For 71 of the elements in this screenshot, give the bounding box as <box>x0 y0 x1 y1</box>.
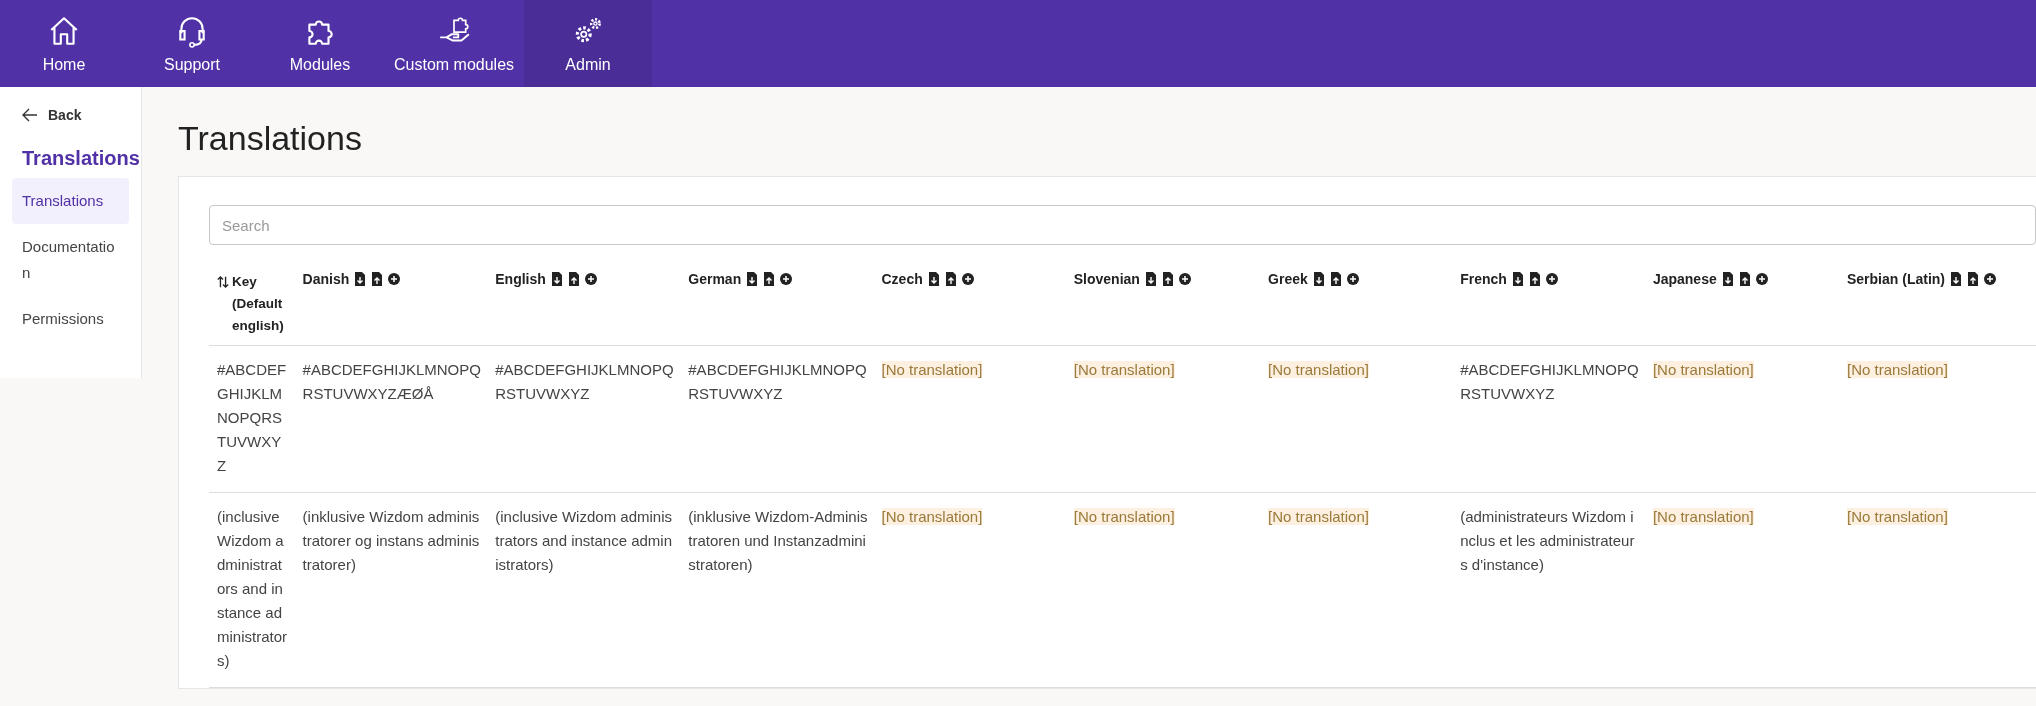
sidebar-item[interactable]: Translations <box>12 178 129 224</box>
file-download-icon[interactable] <box>354 272 367 286</box>
file-upload-icon[interactable] <box>567 272 580 286</box>
plus-circle-icon[interactable] <box>961 272 974 286</box>
file-download-icon[interactable] <box>550 272 563 286</box>
file-upload-icon[interactable] <box>1738 272 1751 286</box>
table-cell: (inklusive Wizdom administratorer og instans administratorer) <box>302 508 480 573</box>
table-cell: (administrateurs Wizdom inclus et les administrateurs d'instance) <box>1460 508 1635 573</box>
plus-circle-icon[interactable] <box>780 272 793 286</box>
table-cell: [No translation] <box>881 361 983 378</box>
column-header: Czech <box>881 271 923 287</box>
back-link[interactable]: Back <box>22 107 141 123</box>
table-cell: [No translation] <box>1073 361 1175 378</box>
plus-circle-icon[interactable] <box>388 272 401 286</box>
column-header: Japanese <box>1652 271 1717 287</box>
nav-item[interactable]: Home <box>0 0 128 87</box>
table-cell: #ABCDEFGHIJKLMNOPQRSTUVWXYZÆØÅ <box>302 361 481 402</box>
sidebar-heading: Translations <box>22 147 141 170</box>
table-cell: #ABCDEFGHIJKLMNOPQRSTUVWXYZ <box>495 361 674 402</box>
table-cell: #ABCDEFGHIJKLMNOPQRSTUVWXYZ <box>217 361 287 474</box>
column-header: French <box>1460 271 1507 287</box>
nav-item[interactable]: Admin <box>524 0 653 87</box>
table-cell: [No translation] <box>1073 508 1175 525</box>
file-download-icon[interactable] <box>746 272 759 286</box>
search-field[interactable]: Search <box>209 205 2036 245</box>
file-download-icon[interactable] <box>1721 272 1734 286</box>
table-cell: [No translation] <box>1268 361 1369 378</box>
plus-circle-icon[interactable] <box>1755 272 1768 286</box>
column-header: Key (Default english) <box>232 273 285 335</box>
table-cell: (inclusive Wizdom administrators and instance administrators) <box>217 508 287 669</box>
column-header: English <box>495 271 546 287</box>
sort-icon[interactable] <box>217 275 229 289</box>
file-upload-icon[interactable] <box>1967 272 1979 286</box>
table-cell: [No translation] <box>1847 361 1948 378</box>
column-header: Serbian (Latin) <box>1847 271 1945 287</box>
file-download-icon[interactable] <box>1950 272 1962 286</box>
table-cell: #ABCDEFGHIJKLMNOPQRSTUVWXYZ <box>688 361 867 402</box>
file-download-icon[interactable] <box>1511 272 1524 286</box>
page-title: Translations <box>178 119 363 158</box>
plus-circle-icon[interactable] <box>1178 272 1191 286</box>
file-upload-icon[interactable] <box>371 272 384 286</box>
file-download-icon[interactable] <box>1312 272 1325 286</box>
file-upload-icon[interactable] <box>1161 272 1174 286</box>
table-cell: (inklusive Wizdom-Administratoren und Instanzadministratoren) <box>688 508 868 573</box>
column-header: German <box>688 271 742 287</box>
file-upload-icon[interactable] <box>1528 272 1541 286</box>
plus-circle-icon[interactable] <box>1545 272 1558 286</box>
file-upload-icon[interactable] <box>763 272 776 286</box>
nav-item[interactable]: Support <box>128 0 256 87</box>
table-cell: [No translation] <box>1268 508 1369 525</box>
table-cell: (inclusive Wizdom administrators and instance administrators) <box>495 508 673 573</box>
table-cell: [No translation] <box>1847 508 1948 525</box>
table-cell: #ABCDEFGHIJKLMNOPQRSTUVWXYZ <box>1460 361 1639 402</box>
table-cell: [No translation] <box>1652 361 1754 378</box>
sidebar-item[interactable]: Documentation <box>12 224 129 296</box>
nav-item[interactable]: Custom modules <box>384 0 525 87</box>
file-download-icon[interactable] <box>927 272 940 286</box>
column-header: Greek <box>1268 271 1308 287</box>
table-cell: [No translation] <box>1652 508 1754 525</box>
plus-circle-icon[interactable] <box>1346 272 1359 286</box>
column-header: Slovenian <box>1073 271 1140 287</box>
column-header: Danish <box>302 271 350 287</box>
file-download-icon[interactable] <box>1144 272 1157 286</box>
file-upload-icon[interactable] <box>1329 272 1342 286</box>
plus-circle-icon[interactable] <box>1984 272 1996 286</box>
nav-item[interactable]: Modules <box>256 0 384 87</box>
table-cell: [No translation] <box>881 508 983 525</box>
file-upload-icon[interactable] <box>944 272 957 286</box>
sidebar-item[interactable]: Permissions <box>12 296 129 342</box>
arrow-left-icon <box>22 108 38 122</box>
plus-circle-icon[interactable] <box>584 272 597 286</box>
